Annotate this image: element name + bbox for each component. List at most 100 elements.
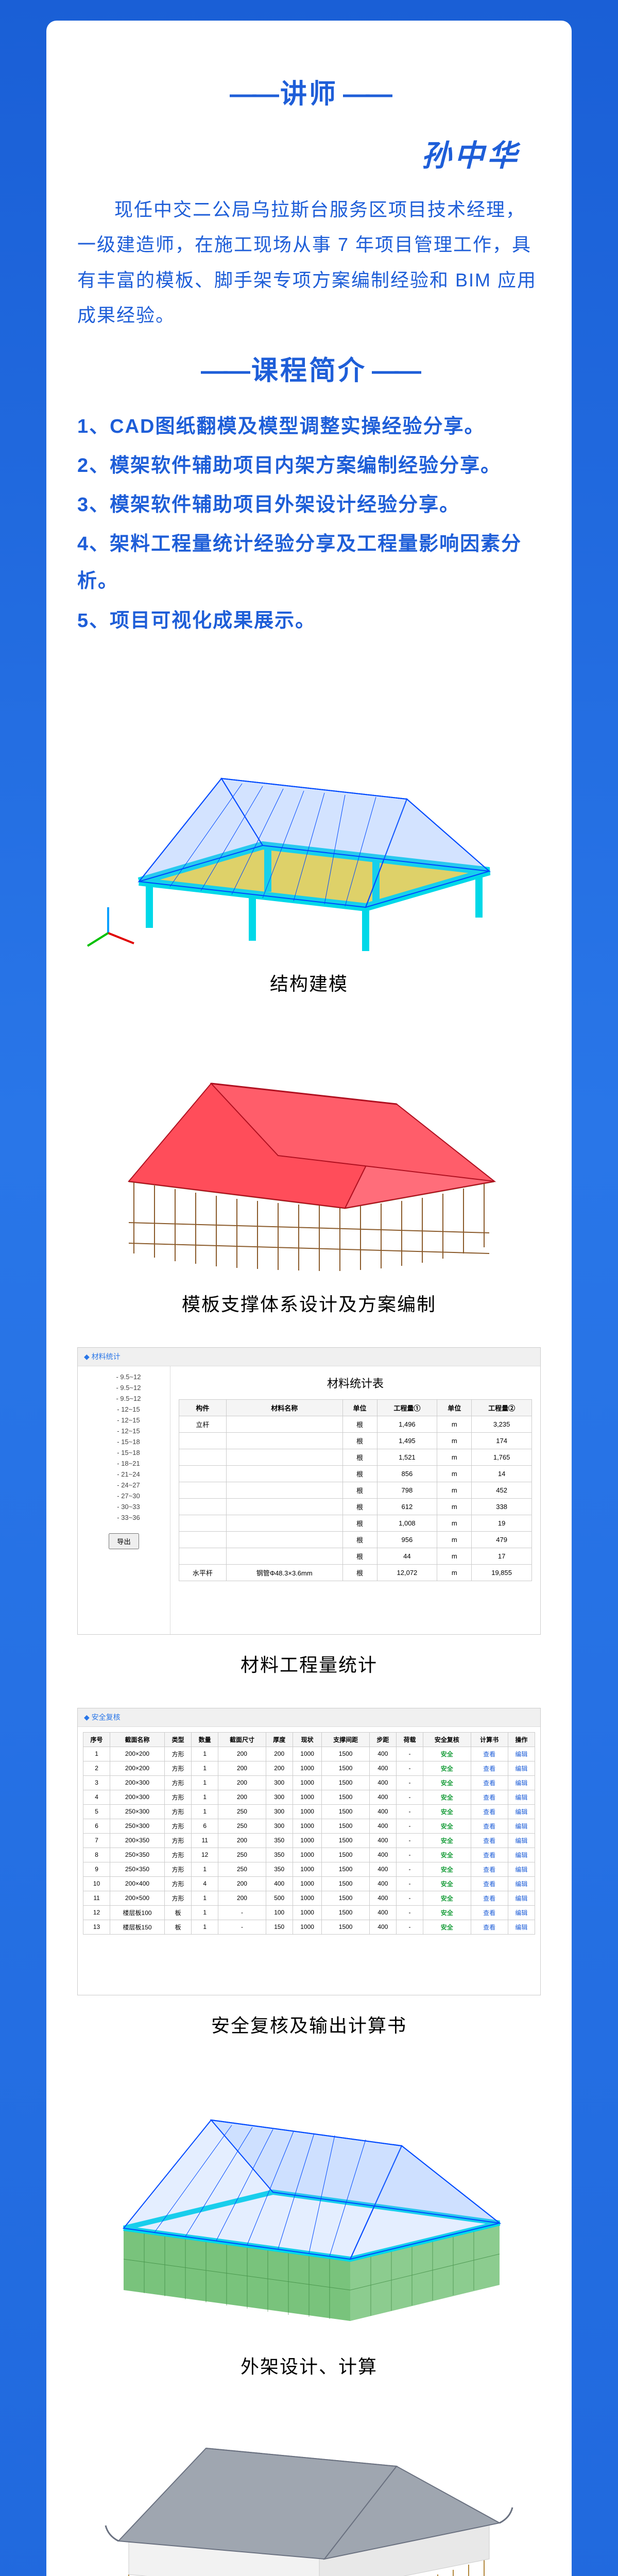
table-row[interactable]: 根1,008m19 [179, 1515, 532, 1531]
cell[interactable]: 编辑 [508, 1848, 535, 1862]
tree-item[interactable]: - 12~15 [83, 1415, 165, 1426]
cell[interactable]: 编辑 [508, 1804, 535, 1819]
table-row[interactable]: 3200×300方形120030010001500400-安全查看编辑 [83, 1775, 535, 1790]
cell: 200 [218, 1891, 266, 1905]
cell[interactable]: 查看 [471, 1876, 508, 1891]
cell: 方形 [165, 1761, 192, 1775]
tree-item[interactable]: - 15~18 [83, 1447, 165, 1458]
table-row[interactable]: 根956m479 [179, 1531, 532, 1548]
cell: 798 [377, 1482, 437, 1498]
tree-item[interactable]: - 21~24 [83, 1469, 165, 1480]
cell: 7 [83, 1833, 110, 1848]
tree-panel[interactable]: - 9.5~12 - 9.5~12 - 9.5~12 - 12~15 - 12~… [78, 1366, 170, 1634]
table-row[interactable]: 立杆根1,496m3,235 [179, 1416, 532, 1432]
cell[interactable]: 查看 [471, 1833, 508, 1848]
figure-external-scaffold: 外架设计、计算 [77, 2069, 541, 2379]
cell[interactable]: 查看 [471, 1891, 508, 1905]
cell[interactable]: 查看 [471, 1862, 508, 1876]
cell[interactable]: 查看 [471, 1761, 508, 1775]
tree-item[interactable]: - 15~18 [83, 1436, 165, 1447]
cell: 200 [218, 1747, 266, 1761]
cell [179, 1482, 227, 1498]
table-row[interactable]: 根1,521m1,765 [179, 1449, 532, 1465]
cell: 安全 [423, 1775, 471, 1790]
cell: 14 [472, 1465, 532, 1482]
table-row[interactable]: 8250×350方形1225035010001500400-安全查看编辑 [83, 1848, 535, 1862]
table-row[interactable]: 1200×200方形120020010001500400-安全查看编辑 [83, 1747, 535, 1761]
cell: 1000 [293, 1804, 322, 1819]
cell[interactable]: 编辑 [508, 1819, 535, 1833]
cell: m [437, 1498, 472, 1515]
cell[interactable]: 查看 [471, 1920, 508, 1934]
table-row[interactable]: 7200×350方形1120035010001500400-安全查看编辑 [83, 1833, 535, 1848]
table-row[interactable]: 根856m14 [179, 1465, 532, 1482]
cell: m [437, 1432, 472, 1449]
cell: 1000 [293, 1747, 322, 1761]
cell[interactable]: 查看 [471, 1804, 508, 1819]
table-row[interactable]: 13楼层板150板1-15010001500400-安全查看编辑 [83, 1920, 535, 1934]
table-row[interactable]: 11200×500方形120050010001500400-安全查看编辑 [83, 1891, 535, 1905]
table-row[interactable]: 根44m17 [179, 1548, 532, 1564]
cell[interactable]: 编辑 [508, 1876, 535, 1891]
tree-item[interactable]: - 9.5~12 [83, 1371, 165, 1382]
cell: 1,495 [377, 1432, 437, 1449]
tree-item[interactable]: - 12~15 [83, 1426, 165, 1436]
cell: 方形 [165, 1747, 192, 1761]
figure-visualization: 模架数据共通、可视化成果应用 [77, 2410, 541, 2576]
table-row[interactable]: 5250×300方形125030010001500400-安全查看编辑 [83, 1804, 535, 1819]
visualization-image [77, 2410, 541, 2576]
col-header: 截面尺寸 [218, 1732, 266, 1747]
cell[interactable]: 查看 [471, 1775, 508, 1790]
cell[interactable]: 编辑 [508, 1747, 535, 1761]
cell[interactable]: 编辑 [508, 1891, 535, 1905]
table-row[interactable]: 根1,495m174 [179, 1432, 532, 1449]
table-row[interactable]: 4200×300方形120030010001500400-安全查看编辑 [83, 1790, 535, 1804]
cell[interactable]: 查看 [471, 1790, 508, 1804]
cell: 956 [377, 1531, 437, 1548]
cell: 250 [218, 1848, 266, 1862]
cell: 1 [192, 1790, 218, 1804]
tree-item[interactable]: - 24~27 [83, 1480, 165, 1490]
cell[interactable]: 编辑 [508, 1833, 535, 1848]
cell[interactable]: 查看 [471, 1747, 508, 1761]
tree-item[interactable]: - 27~30 [83, 1490, 165, 1501]
cell: 安全 [423, 1790, 471, 1804]
external-scaffold-image [77, 2069, 541, 2336]
cell: 方形 [165, 1790, 192, 1804]
figure-structural-model: 结构建模 [77, 665, 541, 996]
tree-item[interactable]: - 9.5~12 [83, 1393, 165, 1404]
tree-item[interactable]: - 18~21 [83, 1458, 165, 1469]
tree-item[interactable]: - 9.5~12 [83, 1382, 165, 1393]
cell: 300 [266, 1790, 293, 1804]
cell[interactable]: 编辑 [508, 1775, 535, 1790]
cell[interactable]: 查看 [471, 1819, 508, 1833]
cell[interactable]: 编辑 [508, 1905, 535, 1920]
cell: 水平杆 [179, 1564, 227, 1581]
tree-item[interactable]: - 30~33 [83, 1501, 165, 1512]
table-row[interactable]: 10200×400方形420040010001500400-安全查看编辑 [83, 1876, 535, 1891]
cell[interactable]: 编辑 [508, 1920, 535, 1934]
cell[interactable]: 查看 [471, 1848, 508, 1862]
table-row[interactable]: 根798m452 [179, 1482, 532, 1498]
cell: - [396, 1905, 423, 1920]
table-row[interactable]: 2200×200方形120020010001500400-安全查看编辑 [83, 1761, 535, 1775]
cell [179, 1515, 227, 1531]
export-button[interactable]: 导出 [109, 1533, 139, 1549]
cell: - [396, 1876, 423, 1891]
cell[interactable]: 编辑 [508, 1790, 535, 1804]
cell: 500 [266, 1891, 293, 1905]
tree-item[interactable]: - 12~15 [83, 1404, 165, 1415]
table-row[interactable]: 12楼层板100板1-10010001500400-安全查看编辑 [83, 1905, 535, 1920]
table-row[interactable]: 根612m338 [179, 1498, 532, 1515]
cell: 楼层板150 [110, 1920, 165, 1934]
window-title: 材料统计 [92, 1351, 121, 1362]
table-row[interactable]: 9250×350方形125035010001500400-安全查看编辑 [83, 1862, 535, 1876]
cell[interactable]: 查看 [471, 1905, 508, 1920]
table-row[interactable]: 6250×300方形625030010001500400-安全查看编辑 [83, 1819, 535, 1833]
tree-item[interactable]: - 33~36 [83, 1512, 165, 1523]
table-row[interactable]: 水平杆钢管Φ48.3×3.6mm根12,072m19,855 [179, 1564, 532, 1581]
cell: 250×300 [110, 1804, 165, 1819]
cell: 1000 [293, 1862, 322, 1876]
cell[interactable]: 编辑 [508, 1761, 535, 1775]
cell[interactable]: 编辑 [508, 1862, 535, 1876]
